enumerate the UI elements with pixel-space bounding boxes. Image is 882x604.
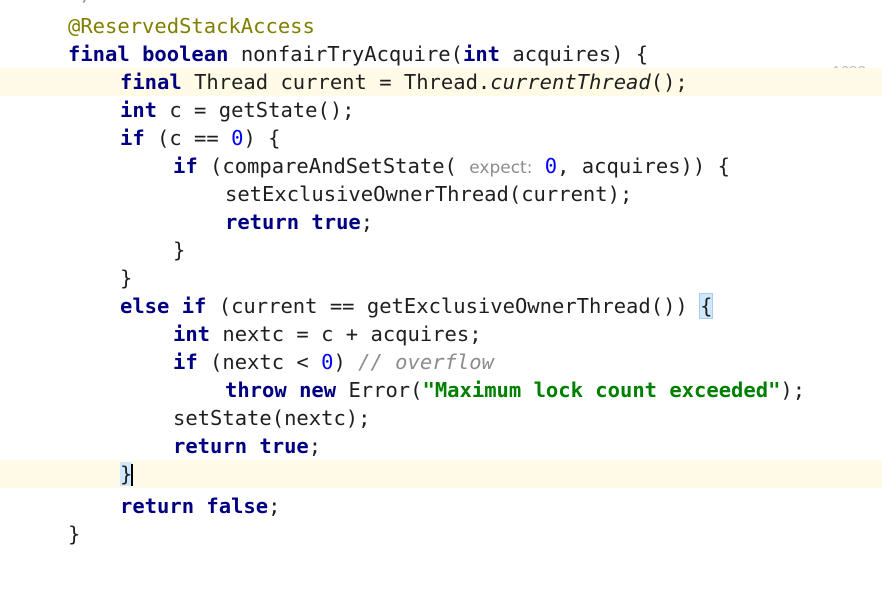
code-line[interactable]: } bbox=[0, 520, 882, 548]
keyword: int bbox=[173, 322, 211, 346]
number-literal: 0 bbox=[231, 126, 244, 150]
keyword: int bbox=[120, 98, 158, 122]
code-line[interactable]: } bbox=[0, 236, 882, 264]
param-text: acquires) { bbox=[512, 42, 649, 66]
closing-brace: } bbox=[68, 522, 81, 546]
code-text: (nextc < bbox=[210, 350, 322, 374]
code-text: (current == getExclusiveOwnerThread()) bbox=[218, 294, 701, 318]
keyword: return bbox=[120, 494, 195, 518]
code-text: ; bbox=[308, 434, 322, 458]
number-literal: 0 bbox=[544, 154, 558, 178]
code-text: , acquires)) { bbox=[557, 154, 730, 178]
code-line[interactable]: int nextc = c + acquires; bbox=[0, 320, 882, 348]
code-text: nextc = c + acquires; bbox=[222, 322, 482, 346]
parameter-hint: expect: bbox=[469, 158, 533, 178]
keyword: final bbox=[68, 42, 130, 66]
keyword: if bbox=[181, 294, 207, 318]
code-line[interactable]: } bbox=[0, 264, 882, 292]
code-text: ; bbox=[268, 494, 281, 518]
code-text: (c == bbox=[157, 126, 232, 150]
comment-fragment: */ bbox=[70, 0, 95, 4]
code-line[interactable]: return true; bbox=[0, 432, 882, 460]
keyword: return bbox=[173, 434, 248, 458]
code-line[interactable]: return false; bbox=[0, 492, 882, 520]
keyword: if bbox=[120, 126, 145, 150]
keyword: final bbox=[120, 70, 182, 94]
keyword: throw bbox=[225, 378, 287, 402]
code-text: (); bbox=[650, 70, 688, 94]
keyword: boolean bbox=[142, 42, 229, 66]
code-text: setExclusiveOwnerThread(current); bbox=[225, 182, 633, 206]
closing-brace: } bbox=[120, 266, 133, 290]
code-line[interactable]: if (c == 0) { bbox=[0, 124, 882, 152]
code-text: c = getState(); bbox=[169, 98, 355, 122]
matched-brace: { bbox=[699, 293, 714, 319]
keyword: return bbox=[225, 210, 300, 234]
code-line[interactable]: if (nextc < 0) // overflow bbox=[0, 348, 882, 376]
keyword: new bbox=[299, 378, 337, 402]
code-line[interactable]: final boolean nonfairTryAcquire(int acqu… bbox=[0, 40, 882, 68]
code-text: ) bbox=[333, 350, 359, 374]
string-literal: "Maximum lock count exceeded" bbox=[422, 378, 781, 402]
method-call: currentThread bbox=[490, 70, 651, 94]
method-signature: nonfairTryAcquire( bbox=[240, 42, 463, 66]
keyword: if bbox=[173, 154, 198, 178]
keyword: else bbox=[120, 294, 170, 318]
keyword: if bbox=[173, 350, 198, 374]
code-line[interactable]: throw new Error("Maximum lock count exce… bbox=[0, 376, 882, 404]
code-line[interactable]: int c = getState(); bbox=[0, 96, 882, 124]
code-line[interactable]: @ReservedStackAccess bbox=[0, 12, 882, 40]
code-line[interactable]: setExclusiveOwnerThread(current); bbox=[0, 180, 882, 208]
code-line-caret[interactable]: } bbox=[0, 460, 882, 488]
code-text: Thread current = Thread. bbox=[194, 70, 491, 94]
comment: // overflow bbox=[358, 350, 494, 374]
annotation: @ReservedStackAccess bbox=[68, 14, 315, 38]
code-text: (compareAndSetState( bbox=[210, 154, 457, 178]
keyword: true bbox=[259, 434, 309, 458]
code-text: setState(nextc); bbox=[173, 406, 371, 430]
closing-brace: } bbox=[173, 238, 186, 262]
code-editor[interactable]: */ 1632 @ReservedStackAccess final boole… bbox=[0, 0, 882, 562]
number-literal: 0 bbox=[321, 350, 334, 374]
code-line-current[interactable]: final Thread current = Thread.currentThr… bbox=[0, 68, 882, 96]
keyword: int bbox=[462, 42, 501, 66]
code-line[interactable]: return true; bbox=[0, 208, 882, 236]
code-line[interactable]: if (compareAndSetState( expect: 0, acqui… bbox=[0, 152, 882, 180]
keyword: false bbox=[206, 494, 269, 518]
text-caret bbox=[131, 464, 134, 486]
code-line[interactable]: setState(nextc); bbox=[0, 404, 882, 432]
code-text: Error( bbox=[348, 378, 423, 402]
code-text: ; bbox=[360, 210, 374, 234]
code-text: ); bbox=[780, 378, 806, 402]
code-text: ) { bbox=[243, 126, 281, 150]
keyword: true bbox=[311, 210, 361, 234]
code-line[interactable]: else if (current == getExclusiveOwnerThr… bbox=[0, 292, 882, 320]
